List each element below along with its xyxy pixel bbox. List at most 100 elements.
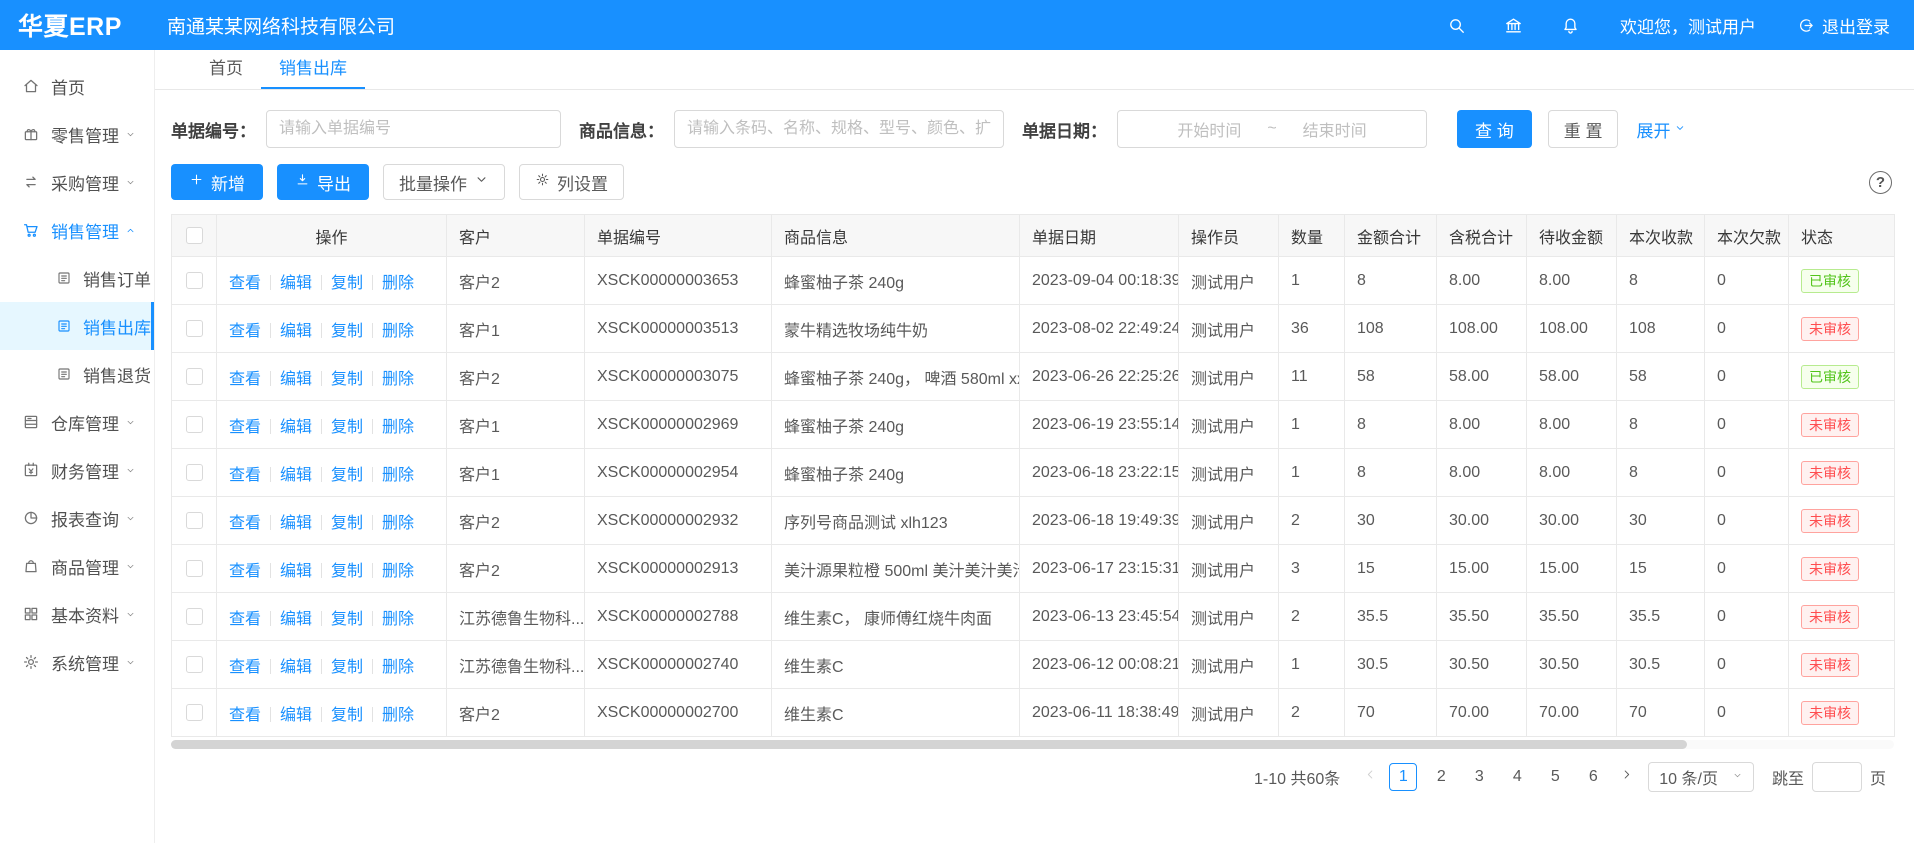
add-button[interactable]: 新增	[171, 164, 263, 200]
batch-actions-button[interactable]: 批量操作	[383, 164, 505, 200]
row-action-delete[interactable]: 删除	[382, 419, 414, 436]
next-page-button[interactable]	[1612, 763, 1640, 791]
jump-page-input[interactable]	[1812, 762, 1862, 792]
reset-button[interactable]: 重 置	[1548, 110, 1619, 148]
row-action-copy[interactable]: 复制	[331, 371, 363, 388]
cell-goods: 蜂蜜柚子茶 240g， 啤酒 580ml xxsxx	[772, 353, 1020, 401]
scrollbar-thumb[interactable]	[171, 740, 1687, 749]
page-size-select[interactable]: 10 条/页	[1648, 762, 1754, 792]
row-action-copy[interactable]: 复制	[331, 515, 363, 532]
row-checkbox[interactable]	[186, 704, 203, 721]
cell-qty: 11	[1279, 353, 1345, 401]
sidebar-item-7-warehouse[interactable]: 仓库管理	[0, 398, 154, 446]
row-action-edit[interactable]: 编辑	[280, 707, 312, 724]
sidebar-item-12-system[interactable]: 系统管理	[0, 638, 154, 686]
row-action-edit[interactable]: 编辑	[280, 419, 312, 436]
row-action-delete[interactable]: 删除	[382, 371, 414, 388]
row-action-view[interactable]: 查看	[229, 419, 261, 436]
column-settings-button[interactable]: 列设置	[519, 164, 624, 200]
row-action-copy[interactable]: 复制	[331, 419, 363, 436]
page-number-4[interactable]: 4	[1503, 763, 1531, 791]
tab-0[interactable]: 首页	[191, 50, 261, 89]
row-action-view[interactable]: 查看	[229, 611, 261, 628]
row-checkbox[interactable]	[186, 272, 203, 289]
row-action-edit[interactable]: 编辑	[280, 323, 312, 340]
row-action-view[interactable]: 查看	[229, 707, 261, 724]
sidebar-item-10-goods[interactable]: 商品管理	[0, 542, 154, 590]
row-action-view[interactable]: 查看	[229, 371, 261, 388]
row-action-delete[interactable]: 删除	[382, 467, 414, 484]
row-action-delete[interactable]: 删除	[382, 611, 414, 628]
row-actions-cell: 查看 编辑 复制 删除	[217, 689, 447, 737]
row-action-edit[interactable]: 编辑	[280, 275, 312, 292]
row-checkbox[interactable]	[186, 368, 203, 385]
page-number-1[interactable]: 1	[1389, 763, 1417, 791]
bill-no-input[interactable]	[266, 110, 561, 148]
row-action-edit[interactable]: 编辑	[280, 515, 312, 532]
row-action-edit[interactable]: 编辑	[280, 659, 312, 676]
sidebar-item-4-doc[interactable]: 销售订单	[0, 254, 154, 302]
row-actions-cell: 查看 编辑 复制 删除	[217, 257, 447, 305]
sidebar-item-9-report[interactable]: 报表查询	[0, 494, 154, 542]
logout-button[interactable]: 退出登录	[1798, 13, 1890, 38]
page-number-5[interactable]: 5	[1541, 763, 1569, 791]
row-action-copy[interactable]: 复制	[331, 563, 363, 580]
row-checkbox[interactable]	[186, 512, 203, 529]
sidebar-item-6-doc[interactable]: 销售退货	[0, 350, 154, 398]
expand-filters-link[interactable]: 展开	[1636, 117, 1686, 142]
help-icon[interactable]: ?	[1869, 171, 1892, 194]
row-action-edit[interactable]: 编辑	[280, 563, 312, 580]
row-action-view[interactable]: 查看	[229, 275, 261, 292]
export-button[interactable]: 导出	[277, 164, 369, 200]
sidebar-item-11-basic[interactable]: 基本资料	[0, 590, 154, 638]
row-action-copy[interactable]: 复制	[331, 611, 363, 628]
row-action-delete[interactable]: 删除	[382, 707, 414, 724]
sidebar-item-2-purchase[interactable]: 采购管理	[0, 158, 154, 206]
page-number-2[interactable]: 2	[1427, 763, 1455, 791]
row-checkbox[interactable]	[186, 608, 203, 625]
row-checkbox[interactable]	[186, 656, 203, 673]
cell-received: 58	[1617, 353, 1705, 401]
page-number-3[interactable]: 3	[1465, 763, 1493, 791]
row-action-view[interactable]: 查看	[229, 659, 261, 676]
row-action-delete[interactable]: 删除	[382, 659, 414, 676]
date-range-picker[interactable]: 开始时间 ~ 结束时间	[1117, 110, 1427, 148]
row-action-copy[interactable]: 复制	[331, 707, 363, 724]
tab-1[interactable]: 销售出库	[261, 50, 365, 89]
row-action-view[interactable]: 查看	[229, 467, 261, 484]
row-action-delete[interactable]: 删除	[382, 323, 414, 340]
sidebar-item-3-sales[interactable]: 销售管理	[0, 206, 154, 254]
search-button[interactable]: 查 询	[1457, 110, 1532, 148]
row-checkbox[interactable]	[186, 416, 203, 433]
search-icon[interactable]	[1447, 16, 1466, 35]
row-checkbox[interactable]	[186, 464, 203, 481]
bell-icon[interactable]	[1561, 16, 1580, 35]
sidebar-item-8-finance[interactable]: 财务管理	[0, 446, 154, 494]
goods-input[interactable]	[674, 110, 1004, 148]
row-action-edit[interactable]: 编辑	[280, 611, 312, 628]
row-action-view[interactable]: 查看	[229, 515, 261, 532]
cell-qty: 36	[1279, 305, 1345, 353]
row-select-cell	[172, 689, 217, 737]
row-action-delete[interactable]: 删除	[382, 563, 414, 580]
sidebar-item-0-home[interactable]: 首页	[0, 62, 154, 110]
row-action-view[interactable]: 查看	[229, 323, 261, 340]
select-all-checkbox[interactable]	[186, 227, 203, 244]
row-action-view[interactable]: 查看	[229, 563, 261, 580]
row-action-delete[interactable]: 删除	[382, 275, 414, 292]
sidebar-item-5-doc[interactable]: 销售出库	[0, 302, 154, 350]
row-action-copy[interactable]: 复制	[331, 323, 363, 340]
row-checkbox[interactable]	[186, 320, 203, 337]
horizontal-scrollbar[interactable]	[171, 740, 1894, 749]
row-action-edit[interactable]: 编辑	[280, 467, 312, 484]
row-action-copy[interactable]: 复制	[331, 275, 363, 292]
page-number-6[interactable]: 6	[1579, 763, 1607, 791]
row-checkbox[interactable]	[186, 560, 203, 577]
bank-icon[interactable]	[1504, 16, 1523, 35]
row-action-copy[interactable]: 复制	[331, 467, 363, 484]
sidebar-item-1-retail[interactable]: 零售管理	[0, 110, 154, 158]
row-action-copy[interactable]: 复制	[331, 659, 363, 676]
prev-page-button[interactable]	[1356, 763, 1384, 791]
row-action-edit[interactable]: 编辑	[280, 371, 312, 388]
row-action-delete[interactable]: 删除	[382, 515, 414, 532]
